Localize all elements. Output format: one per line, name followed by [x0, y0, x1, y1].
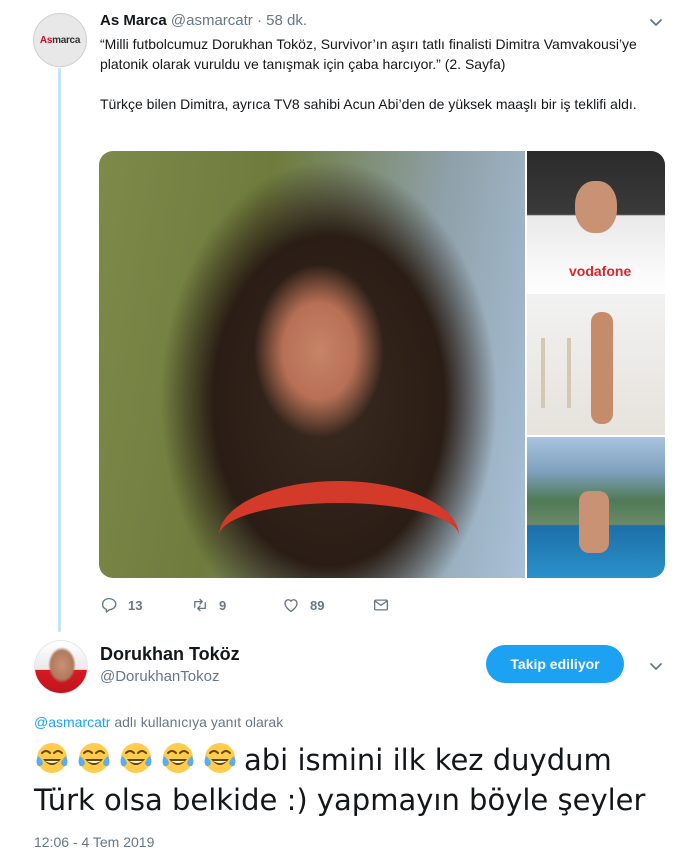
reply-text-first-line: abi ismini ilk kez duydum: [244, 743, 612, 777]
dm-button[interactable]: [372, 596, 400, 614]
reply-tweet-date[interactable]: 12:06 - 4 Tem 2019: [34, 834, 154, 850]
media-photo-pool[interactable]: [527, 437, 665, 578]
photo-detail: [575, 181, 617, 233]
separator-dot: ·: [256, 12, 262, 29]
parent-tweet-header: As Marca @asmarcatr · 58 dk.: [100, 12, 307, 29]
reply-count: 13: [128, 597, 143, 613]
retweet-button[interactable]: 9: [191, 596, 226, 614]
tears-of-joy-emoji-icon: [36, 743, 68, 773]
parent-tweet-time[interactable]: 58 dk.: [266, 12, 307, 29]
reply-author-handle[interactable]: @DorukhanTokoz: [100, 668, 219, 685]
parent-author-name[interactable]: As Marca: [100, 12, 167, 29]
replying-to-line: @asmarcatr adlı kullanıcıya yanıt olarak: [34, 714, 283, 730]
tears-of-joy-emoji-icon: [120, 743, 152, 773]
jersey-sponsor-text: vodafone: [569, 263, 632, 279]
reply-author-name[interactable]: Dorukhan Toköz: [100, 644, 240, 665]
replying-to-label: adlı kullanıcıya yanıt olarak: [110, 714, 284, 730]
dorukhan-avatar[interactable]: [34, 640, 88, 694]
parent-author-handle[interactable]: @asmarcatr: [171, 12, 253, 29]
retweet-count: 9: [219, 597, 227, 613]
reply-text-line-2: Türk olsa belkide :) yapmayın böyle şeyl…: [34, 783, 646, 817]
reply-text-line-1: abi ismini ilk kez duydum: [34, 740, 674, 780]
chevron-down-icon[interactable]: [648, 14, 664, 30]
tears-of-joy-emoji-icon: [78, 743, 110, 773]
media-photo-model[interactable]: [527, 294, 665, 435]
parent-tweet-paragraph: “Milli futbolcumuz Dorukhan Toköz, Survi…: [100, 36, 637, 72]
reply-tweet-text: abi ismini ilk kez duydum Türk olsa belk…: [34, 740, 674, 820]
reply-icon: [101, 597, 117, 613]
parent-tweet-paragraph: Türkçe bilen Dimitra, ayrıca TV8 sahibi …: [100, 96, 637, 112]
envelope-icon: [373, 599, 389, 611]
as-marca-avatar[interactable]: Asmarca: [33, 13, 87, 67]
photo-detail: [579, 491, 609, 553]
as-marca-logo: Asmarca: [39, 34, 81, 46]
like-count: 89: [310, 597, 325, 613]
thread-connector-line: [58, 68, 61, 632]
heart-icon: [284, 599, 298, 613]
emoji-row: [34, 743, 244, 777]
like-button[interactable]: 89: [282, 596, 324, 614]
following-button[interactable]: Takip ediliyor: [486, 645, 624, 683]
photo-detail: [541, 338, 571, 408]
replying-to-user-link[interactable]: @asmarcatr: [34, 714, 110, 730]
retweet-icon: [194, 598, 206, 612]
tweet-media-grid: vodafone: [99, 151, 665, 578]
media-photo-footballer[interactable]: vodafone: [527, 151, 665, 292]
chevron-down-icon[interactable]: [648, 658, 664, 674]
photo-detail: [591, 312, 613, 424]
media-photo-main[interactable]: [99, 151, 525, 578]
reply-button[interactable]: 13: [100, 596, 142, 614]
photo-detail: [219, 481, 459, 578]
tears-of-joy-emoji-icon: [204, 743, 236, 773]
parent-tweet-text: “Milli futbolcumuz Dorukhan Toköz, Survi…: [100, 34, 668, 134]
tears-of-joy-emoji-icon: [162, 743, 194, 773]
